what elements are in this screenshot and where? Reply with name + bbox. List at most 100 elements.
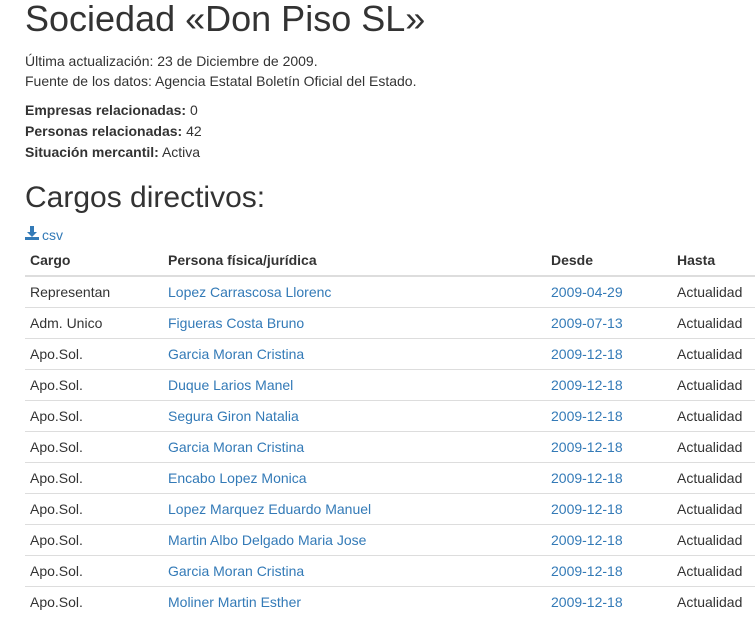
header-hasta: Hasta — [672, 245, 755, 276]
cargo-cell: Apo.Sol. — [25, 463, 163, 494]
table-row: Adm. Unico Figueras Costa Bruno 2009-07-13… — [25, 308, 755, 339]
table-row: Apo.Sol. Moliner Martin Esther 2009-12-18 A… — [25, 587, 755, 617]
stat-personas-value: 42 — [186, 123, 202, 139]
table-row: Apo.Sol. Encabo Lopez Monica 2009-12-18 Act… — [25, 463, 755, 494]
cargo-cell: Apo.Sol. — [25, 401, 163, 432]
stat-situacion-value: Activa — [162, 144, 200, 160]
persona-link[interactable]: Segura Giron Natalia — [168, 408, 299, 424]
hasta-cell: Actualidad — [672, 401, 755, 432]
table-row: Apo.Sol. Garcia Moran Cristina 2009-12-18 A… — [25, 556, 755, 587]
desde-link[interactable]: 2009-12-18 — [551, 408, 623, 424]
persona-link[interactable]: Garcia Moran Cristina — [168, 346, 304, 362]
desde-cell: 2009-12-18 — [546, 525, 672, 556]
persona-link[interactable]: Duque Larios Manel — [168, 377, 293, 393]
hasta-cell: Actualidad — [672, 276, 755, 308]
stat-empresas-value: 0 — [190, 102, 198, 118]
cargo-cell: Apo.Sol. — [25, 370, 163, 401]
desde-cell: 2009-12-18 — [546, 556, 672, 587]
table-row: Apo.Sol. Duque Larios Manel 2009-12-18 Actu… — [25, 370, 755, 401]
header-desde: Desde — [546, 245, 672, 276]
persona-link[interactable]: Encabo Lopez Monica — [168, 470, 307, 486]
persona-cell: Figueras Costa Bruno — [163, 308, 546, 339]
cargo-cell: Apo.Sol. — [25, 339, 163, 370]
cargo-cell: Apo.Sol. — [25, 587, 163, 617]
table-row: Apo.Sol.Garcia Moran Cristina2009-12-18A… — [25, 339, 755, 370]
desde-link[interactable]: 2009-12-18 — [551, 594, 623, 610]
stat-empresas-label: Empresas relacionadas: — [25, 102, 186, 118]
header-persona: Persona física/jurídica — [163, 245, 546, 276]
data-source: Fuente de los datos: Agencia Estatal Bol… — [25, 71, 416, 91]
desde-cell: 2009-12-18 — [546, 432, 672, 463]
cargo-cell: Apo.Sol. — [25, 494, 163, 525]
persona-link[interactable]: Garcia Moran Cristina — [168, 439, 304, 455]
header-cargo: Cargo — [25, 245, 163, 276]
desde-cell: 2009-04-29 — [546, 276, 672, 308]
stat-situacion-label: Situación mercantil: — [25, 144, 159, 160]
desde-link[interactable]: 2009-12-18 — [551, 377, 623, 393]
csv-label: csv — [42, 227, 63, 243]
persona-cell: Lopez Marquez Eduardo Manuel — [163, 494, 546, 525]
persona-cell: Segura Giron Natalia — [163, 401, 546, 432]
table-row: Apo.Sol. Segura Giron Natalia 2009-12-18 Ac… — [25, 401, 755, 432]
desde-cell: 2009-07-13 — [546, 308, 672, 339]
stat-personas: Personas relacionadas: 42 — [25, 121, 202, 142]
persona-link[interactable]: Moliner Martin Esther — [168, 594, 301, 610]
cargo-cell: Representan — [25, 276, 163, 308]
desde-link[interactable]: 2009-04-29 — [551, 284, 623, 300]
desde-cell: 2009-12-18 — [546, 494, 672, 525]
hasta-cell: Actualidad — [672, 587, 755, 617]
table-row: Apo.Sol. Martin Albo Delgado Maria Jose 20… — [25, 525, 755, 556]
hasta-cell: Actualidad — [672, 556, 755, 587]
csv-download-link[interactable]: csv — [25, 226, 63, 243]
hasta-cell: Actualidad — [672, 525, 755, 556]
persona-cell: Encabo Lopez Monica — [163, 463, 546, 494]
stat-personas-label: Personas relacionadas: — [25, 123, 182, 139]
page-title: Sociedad «Don Piso SL» — [25, 0, 425, 40]
persona-cell: Lopez Carrascosa Llorenc — [163, 276, 546, 308]
last-updated: Última actualización: 23 de Diciembre de… — [25, 51, 416, 71]
desde-link[interactable]: 2009-12-18 — [551, 563, 623, 579]
persona-cell: Garcia Moran Cristina — [163, 432, 546, 463]
table-header-row: Cargo Persona física/jurídica Desde Hast… — [25, 245, 755, 276]
cargo-cell: Adm. Unico — [25, 308, 163, 339]
metadata-block: Última actualización: 23 de Diciembre de… — [25, 51, 416, 91]
cargo-cell: Apo.Sol. — [25, 432, 163, 463]
hasta-cell: Actualidad — [672, 432, 755, 463]
persona-link[interactable]: Lopez Carrascosa Llorenc — [168, 284, 331, 300]
desde-link[interactable]: 2009-12-18 — [551, 532, 623, 548]
desde-cell: 2009-12-18 — [546, 587, 672, 617]
desde-cell: 2009-12-18 — [546, 339, 672, 370]
directors-table: Cargo Persona física/jurídica Desde Hast… — [25, 245, 755, 617]
stat-empresas: Empresas relacionadas: 0 — [25, 100, 202, 121]
desde-link[interactable]: 2009-07-13 — [551, 315, 623, 331]
hasta-cell: Actualidad — [672, 370, 755, 401]
section-title: Cargos directivos: — [25, 181, 265, 215]
persona-cell: Duque Larios Manel — [163, 370, 546, 401]
stat-situacion: Situación mercantil: Activa — [25, 142, 202, 163]
persona-cell: Garcia Moran Cristina — [163, 556, 546, 587]
table-row: Representan Lopez Carrascosa Llorenc 2009-… — [25, 276, 755, 308]
desde-link[interactable]: 2009-12-18 — [551, 470, 623, 486]
persona-link[interactable]: Figueras Costa Bruno — [168, 315, 304, 331]
desde-cell: 2009-12-18 — [546, 370, 672, 401]
persona-cell: Martin Albo Delgado Maria Jose — [163, 525, 546, 556]
hasta-cell: Actualidad — [672, 463, 755, 494]
table-row: Apo.Sol. Lopez Marquez Eduardo Manuel 2009… — [25, 494, 755, 525]
desde-link[interactable]: 2009-12-18 — [551, 439, 623, 455]
persona-cell: Garcia Moran Cristina — [163, 339, 546, 370]
desde-link[interactable]: 2009-12-18 — [551, 501, 623, 517]
persona-link[interactable]: Lopez Marquez Eduardo Manuel — [168, 501, 371, 517]
persona-cell: Moliner Martin Esther — [163, 587, 546, 617]
table-row: Apo.Sol. Garcia Moran Cristina 2009-12-18 A… — [25, 432, 755, 463]
cargo-cell: Apo.Sol. — [25, 525, 163, 556]
desde-cell: 2009-12-18 — [546, 463, 672, 494]
persona-link[interactable]: Martin Albo Delgado Maria Jose — [168, 532, 366, 548]
hasta-cell: Actualidad — [672, 494, 755, 525]
download-icon — [25, 226, 39, 243]
company-stats: Empresas relacionadas: 0 Personas relaci… — [25, 100, 202, 163]
desde-link[interactable]: 2009-12-18 — [551, 346, 623, 362]
cargo-cell: Apo.Sol. — [25, 556, 163, 587]
desde-cell: 2009-12-18 — [546, 401, 672, 432]
persona-link[interactable]: Garcia Moran Cristina — [168, 563, 304, 579]
hasta-cell: Actualidad — [672, 308, 755, 339]
